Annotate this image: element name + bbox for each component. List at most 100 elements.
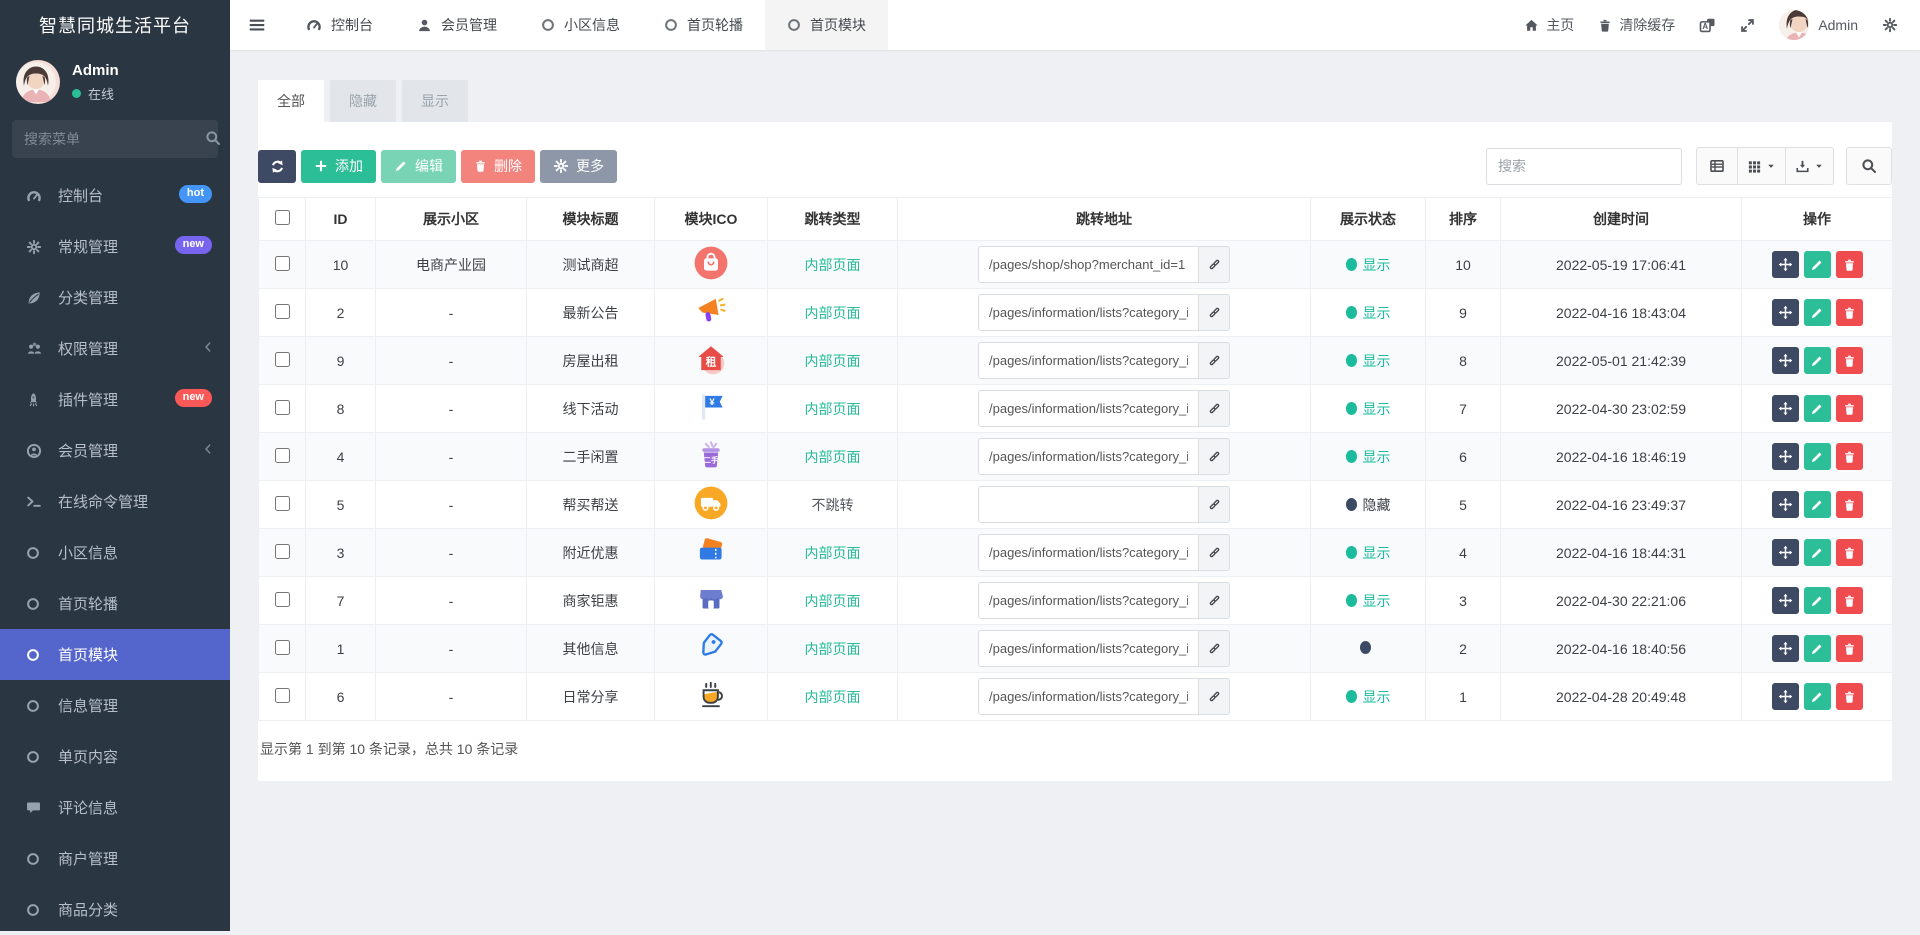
link-button[interactable] [1199,342,1230,379]
jump-url-input[interactable] [978,342,1199,379]
link-button[interactable] [1199,630,1230,667]
clear-cache-button[interactable]: 清除缓存 [1598,15,1675,35]
delete-row-button[interactable] [1835,683,1863,710]
row-checkbox[interactable] [274,303,290,319]
sidebar-item-2[interactable]: 常规管理 new [0,221,230,272]
row-checkbox[interactable] [274,687,290,703]
delete-row-button[interactable] [1835,347,1863,374]
select-all-checkbox[interactable] [274,210,290,225]
sidebar-item-1[interactable]: 控制台 hot [0,170,230,221]
columns-button[interactable] [1738,147,1786,185]
topbar-tab-4[interactable]: 首页轮播 [642,0,765,50]
sidebar-item-8[interactable]: 小区信息 [0,527,230,578]
sidebar-item-15[interactable]: 商品分类 [0,884,230,935]
move-row-button[interactable] [1771,395,1799,422]
topbar-tab-5[interactable]: 首页模块 [765,0,888,50]
jump-url-input[interactable] [978,678,1199,715]
edit-row-button[interactable] [1803,299,1831,326]
move-row-button[interactable] [1771,587,1799,614]
sidebar-search-input[interactable] [24,131,205,147]
row-checkbox[interactable] [274,447,290,463]
link-button[interactable] [1199,294,1230,331]
row-checkbox[interactable] [274,351,290,367]
link-button[interactable] [1199,390,1230,427]
delete-row-button[interactable] [1835,539,1863,566]
sidebar-item-13[interactable]: 评论信息 [0,782,230,833]
settings-gear-button[interactable] [1882,17,1898,33]
sidebar-item-9[interactable]: 首页轮播 [0,578,230,629]
link-button[interactable] [1199,246,1230,283]
move-row-button[interactable] [1771,683,1799,710]
row-checkbox[interactable] [274,639,290,655]
sidebar-item-12[interactable]: 单页内容 [0,731,230,782]
sidebar-item-14[interactable]: 商户管理 [0,833,230,884]
jump-url-input[interactable] [978,438,1199,475]
detail-view-button[interactable] [1696,147,1738,185]
row-checkbox[interactable] [274,591,290,607]
row-checkbox[interactable] [274,399,290,415]
edit-row-button[interactable] [1803,635,1831,662]
export-button[interactable] [1786,147,1834,185]
edit-button[interactable]: 编辑 [381,149,456,183]
search-button[interactable] [1846,147,1892,185]
link-button[interactable] [1199,582,1230,619]
delete-row-button[interactable] [1835,299,1863,326]
edit-row-button[interactable] [1803,251,1831,278]
jump-url-input[interactable] [978,534,1199,571]
filter-tab-3[interactable]: 显示 [402,80,468,122]
refresh-button[interactable] [258,149,296,183]
delete-row-button[interactable] [1835,587,1863,614]
topbar-tab-3[interactable]: 小区信息 [519,0,642,50]
edit-row-button[interactable] [1803,587,1831,614]
delete-row-button[interactable] [1835,251,1863,278]
jump-url-input[interactable] [978,582,1199,619]
fullscreen-button[interactable] [1740,18,1755,33]
menu-toggle-button[interactable] [230,0,284,50]
language-button[interactable]: A [1699,17,1716,34]
move-row-button[interactable] [1771,251,1799,278]
link-button[interactable] [1199,534,1230,571]
home-link[interactable]: 主页 [1524,15,1574,35]
delete-row-button[interactable] [1835,491,1863,518]
edit-row-button[interactable] [1803,683,1831,710]
sidebar-item-7[interactable]: 在线命令管理 [0,476,230,527]
sidebar-item-10[interactable]: 首页模块 [0,629,230,680]
sidebar-item-5[interactable]: 插件管理 new [0,374,230,425]
edit-row-button[interactable] [1803,347,1831,374]
row-checkbox[interactable] [274,255,290,271]
topbar-tab-2[interactable]: 会员管理 [395,0,519,50]
topbar-tab-1[interactable]: 控制台 [284,0,395,50]
delete-row-button[interactable] [1835,395,1863,422]
delete-row-button[interactable] [1835,443,1863,470]
jump-url-input[interactable] [978,486,1199,523]
delete-row-button[interactable] [1835,635,1863,662]
filter-tab-1[interactable]: 全部 [258,80,324,122]
move-row-button[interactable] [1771,443,1799,470]
add-button[interactable]: 添加 [301,149,376,183]
sidebar-item-6[interactable]: 会员管理 [0,425,230,476]
delete-button[interactable]: 删除 [461,149,535,183]
move-row-button[interactable] [1771,299,1799,326]
row-checkbox[interactable] [274,543,290,559]
sidebar-item-11[interactable]: 信息管理 [0,680,230,731]
link-button[interactable] [1199,678,1230,715]
filter-tab-2[interactable]: 隐藏 [330,80,396,122]
link-button[interactable] [1199,486,1230,523]
table-search-input[interactable] [1486,147,1682,185]
edit-row-button[interactable] [1803,539,1831,566]
sidebar-item-4[interactable]: 权限管理 [0,323,230,374]
edit-row-button[interactable] [1803,395,1831,422]
more-button[interactable]: 更多 [540,149,617,183]
edit-row-button[interactable] [1803,443,1831,470]
link-button[interactable] [1199,438,1230,475]
move-row-button[interactable] [1771,347,1799,374]
jump-url-input[interactable] [978,246,1199,283]
jump-url-input[interactable] [978,390,1199,427]
user-menu[interactable]: Admin [1779,10,1858,40]
jump-url-input[interactable] [978,294,1199,331]
move-row-button[interactable] [1771,491,1799,518]
row-checkbox[interactable] [274,495,290,511]
move-row-button[interactable] [1771,539,1799,566]
edit-row-button[interactable] [1803,491,1831,518]
move-row-button[interactable] [1771,635,1799,662]
